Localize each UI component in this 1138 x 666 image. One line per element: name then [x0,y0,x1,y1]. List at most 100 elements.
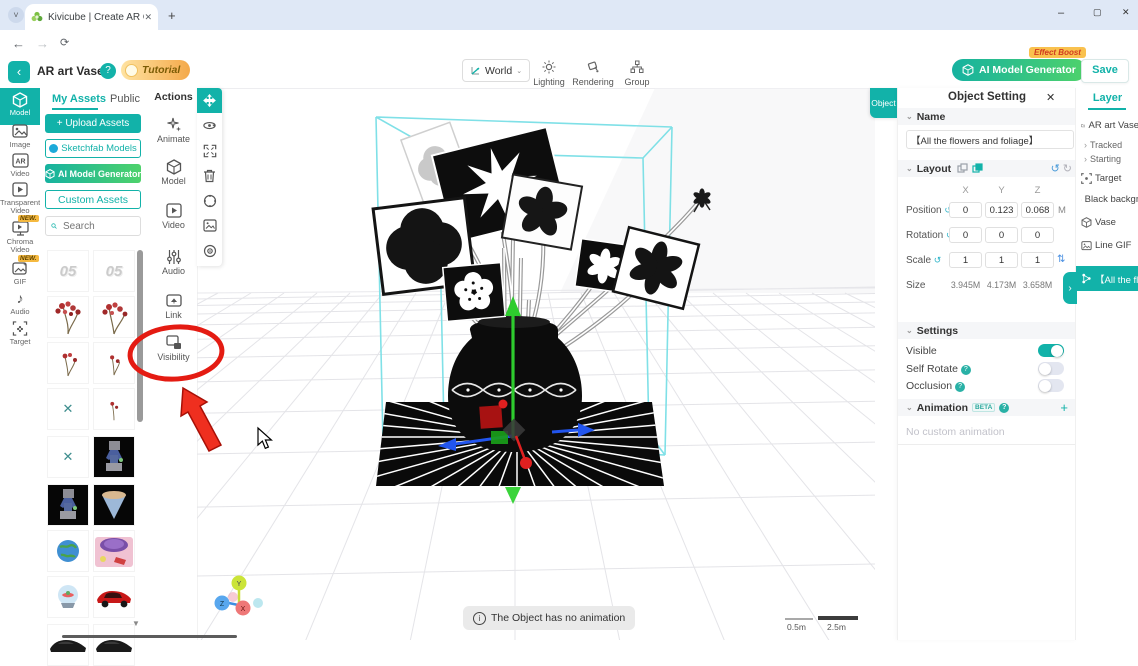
layout-section-header[interactable]: ⌄ Layout ↺ ↻ [898,160,1076,177]
asset-thumb-3d-number[interactable]: 05 [93,250,135,292]
rotation-z-input[interactable] [1021,227,1054,243]
tab-public[interactable]: Public [110,93,140,105]
action-model[interactable]: Model [150,158,197,186]
browser-tab[interactable]: Kivicube | Create AR Online - ✕ [25,4,158,30]
add-animation-button[interactable]: + [1060,400,1068,415]
sidebar-item-gif[interactable]: NEW. GIF [0,260,40,286]
window-close-icon[interactable]: ✕ [1122,7,1130,18]
asset-thumb-tv-figure[interactable] [93,436,135,478]
nav-forward-icon[interactable]: → [36,36,49,51]
custom-assets-button[interactable]: Custom Assets [45,190,141,209]
asset-thumb-snowglobe[interactable] [47,576,89,618]
position-y-input[interactable] [985,202,1018,218]
rendering-button[interactable]: Rendering [570,58,616,87]
help-icon[interactable]: ? [999,403,1009,413]
action-animate[interactable]: Animate [150,116,197,144]
scale-link-icon[interactable]: ⇅ [1057,254,1065,265]
layer-collapse-button[interactable]: › [1063,272,1077,304]
tutorial-button[interactable]: Tutorial [121,60,190,80]
layer-item-black-background[interactable]: Black backgr [1081,194,1138,205]
asset-thumb-flower-sprig[interactable] [93,342,135,384]
scale-z-input[interactable] [1021,252,1054,268]
paste-icon[interactable] [972,163,983,174]
scale-y-input[interactable] [985,252,1018,268]
asset-thumb-placeholder[interactable]: ✕ [47,388,89,430]
asset-thumb-3d-number[interactable]: 05 [47,250,89,292]
layer-item-target[interactable]: Target [1081,173,1138,184]
horizontal-scrollbar[interactable] [62,635,237,638]
asset-thumb-pink-room[interactable] [93,530,135,572]
name-section-header[interactable]: ⌄Name [898,108,1076,125]
group-button[interactable]: Group [614,58,660,87]
action-video[interactable]: Video [150,202,197,230]
layer-item-flowers-selected[interactable]: 【All the flo [1076,266,1138,291]
nav-reload-icon[interactable]: ⟳ [60,36,69,49]
undo-icon[interactable]: ↺ [1051,163,1060,175]
asset-thumb-red-car[interactable] [93,576,135,618]
asset-thumb-flower-sprig[interactable] [47,342,89,384]
help-button[interactable]: ? [100,63,116,79]
self-rotate-toggle[interactable] [1038,362,1064,375]
object-name-input[interactable] [906,130,1074,149]
help-icon[interactable]: ? [961,365,971,375]
ai-model-generator-asset-button[interactable]: AI Model Generator [45,164,141,183]
help-icon[interactable]: ? [955,382,965,392]
upload-assets-button[interactable]: + Upload Assets [45,114,141,133]
asset-thumb-globe[interactable] [47,530,89,572]
asset-thumb-flower-branch[interactable] [47,296,89,338]
ai-model-generator-button[interactable]: AI Model Generator [952,59,1086,81]
world-dropdown[interactable]: World ⌄ [462,59,530,82]
close-icon[interactable]: ✕ [1046,91,1055,104]
sketchfab-models-button[interactable]: Sketchfab Models [45,139,141,158]
scale-x-input[interactable] [949,252,982,268]
reset-icon[interactable]: ↺ [934,255,942,265]
action-audio[interactable]: Audio [150,248,197,276]
window-maximize-icon[interactable]: ▢ [1093,7,1102,18]
visible-toggle[interactable] [1038,344,1064,357]
sidebar-item-transparent-video[interactable]: Transparent Video [0,181,40,215]
copy-icon[interactable] [957,163,968,174]
animation-section-header[interactable]: ⌄ Animation BETA ? + [898,399,1076,416]
window-minimize-icon[interactable]: – [1058,7,1064,19]
asset-thumb-flower-sprig[interactable] [93,388,135,430]
back-button[interactable]: ‹ [8,61,30,83]
asset-thumb-placeholder[interactable]: ✕ [47,436,89,478]
settings-section-header[interactable]: ⌄Settings [898,322,1076,339]
object-tab[interactable]: Object [870,88,897,118]
save-button[interactable]: Save [1081,59,1129,83]
assets-scrollbar[interactable] [137,250,143,422]
asset-thumb-black-car[interactable] [47,624,89,666]
nav-back-icon[interactable]: ← [12,36,25,51]
action-link[interactable]: Link [150,292,197,320]
asset-thumb-tv-figure[interactable] [47,484,89,526]
lighting-button[interactable]: Lighting [526,58,572,87]
sidebar-item-video[interactable]: AR Video [0,152,40,178]
asset-thumb-black-car[interactable] [93,624,135,666]
layer-item-tracked[interactable]: ›Tracked [1084,140,1138,150]
asset-thumb-cone[interactable] [93,484,135,526]
tab-close-icon[interactable]: ✕ [144,12,152,23]
sidebar-item-image[interactable]: Image [0,123,40,149]
layer-item-starting[interactable]: ›Starting [1084,154,1138,164]
position-x-input[interactable] [949,202,982,218]
sidebar-item-chroma-video[interactable]: NEW. Chroma Video [0,220,40,254]
scroll-more-chevron-icon[interactable]: ▼ [132,619,140,628]
tab-my-assets[interactable]: My Assets [52,93,106,105]
layer-item-vase[interactable]: Vase [1081,217,1138,228]
axis-orientation-gizmo[interactable]: Y Z X [215,576,264,616]
position-z-input[interactable] [1021,202,1054,218]
redo-icon[interactable]: ↻ [1063,163,1072,175]
rotation-y-input[interactable] [985,227,1018,243]
sidebar-item-audio[interactable]: ♪ Audio [0,290,40,316]
occlusion-toggle[interactable] [1038,379,1064,392]
search-input[interactable] [61,220,135,233]
rotation-x-input[interactable] [949,227,982,243]
action-visibility[interactable]: Visibility [150,334,197,362]
sidebar-item-model[interactable]: Model [0,88,40,125]
asset-thumb-flower-branch[interactable] [93,296,135,338]
new-tab-button[interactable]: + [168,8,176,23]
layer-item-root[interactable]: AR art Vase [1081,120,1138,131]
layer-item-line-gif[interactable]: Line GIF [1081,240,1138,251]
sidebar-item-target[interactable]: Target [0,320,40,346]
tab-search-chevron[interactable]: ˅ [8,7,24,23]
